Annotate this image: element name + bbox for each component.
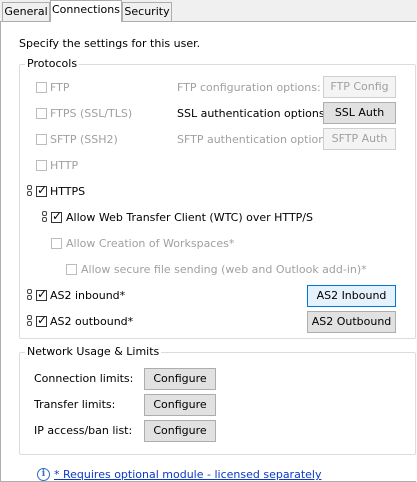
workspaces-label: Allow Creation of Workspaces* <box>66 237 235 250</box>
transfer-limits-configure-button[interactable]: Configure <box>144 394 216 416</box>
wtc-label: Allow Web Transfer Client (WTC) over HTT… <box>66 211 313 224</box>
secure-send-label: Allow secure file sending (web and Outlo… <box>81 263 367 276</box>
network-group-title: Network Usage & Limits <box>25 345 162 358</box>
as2-inbound-label: AS2 inbound* <box>50 289 126 302</box>
https-checkbox[interactable] <box>36 183 47 197</box>
sftp-checkbox[interactable] <box>36 134 47 145</box>
tab-security[interactable]: Security <box>122 2 172 21</box>
ftp-config-button[interactable]: FTP Config <box>323 76 396 98</box>
info-icon: i <box>37 468 50 481</box>
ftp-checkbox[interactable] <box>36 82 47 93</box>
http-label: HTTP <box>50 159 79 172</box>
wtc-checkbox[interactable] <box>51 209 62 223</box>
optional-module-link[interactable]: * Requires optional module - licensed se… <box>54 468 321 481</box>
link-icon <box>27 289 32 302</box>
workspaces-checkbox[interactable] <box>51 238 62 249</box>
ftp-label: FTP <box>50 81 70 94</box>
tab-connections[interactable]: Connections <box>50 0 122 22</box>
sftp-auth-label: SFTP authentication options: <box>177 133 335 146</box>
connection-limits-configure-button[interactable]: Configure <box>144 368 216 390</box>
link-icon <box>27 185 32 198</box>
tab-bar: General Connections Security <box>0 0 417 22</box>
sftp-label: SFTP (SSH2) <box>50 133 118 146</box>
ftps-label: FTPS (SSL/TLS) <box>50 107 133 120</box>
ip-access-configure-button[interactable]: Configure <box>144 420 216 442</box>
tab-general[interactable]: General <box>2 2 50 21</box>
connection-limits-label: Connection limits: <box>34 372 134 385</box>
as2-inbound-button[interactable]: AS2 Inbound <box>307 285 396 307</box>
secure-send-checkbox[interactable] <box>66 264 77 275</box>
transfer-limits-label: Transfer limits: <box>34 398 116 411</box>
ssl-auth-button[interactable]: SSL Auth <box>323 102 396 124</box>
http-checkbox[interactable] <box>36 160 47 171</box>
link-icon <box>42 211 47 224</box>
intro-text: Specify the settings for this user. <box>19 37 201 50</box>
as2-outbound-label: AS2 outbound* <box>50 315 134 328</box>
as2-inbound-checkbox[interactable] <box>36 287 47 301</box>
as2-outbound-checkbox[interactable] <box>36 313 47 327</box>
as2-outbound-button[interactable]: AS2 Outbound <box>307 311 396 333</box>
ip-access-label: IP access/ban list: <box>34 424 133 437</box>
ftp-config-label: FTP configuration options: <box>177 81 321 94</box>
sftp-auth-button[interactable]: SFTP Auth <box>323 128 396 150</box>
link-icon <box>27 315 32 328</box>
protocols-group-title: Protocols <box>25 57 80 70</box>
https-label: HTTPS <box>50 185 86 198</box>
ssl-auth-label: SSL authentication options: <box>177 107 329 120</box>
ftps-checkbox[interactable] <box>36 108 47 119</box>
